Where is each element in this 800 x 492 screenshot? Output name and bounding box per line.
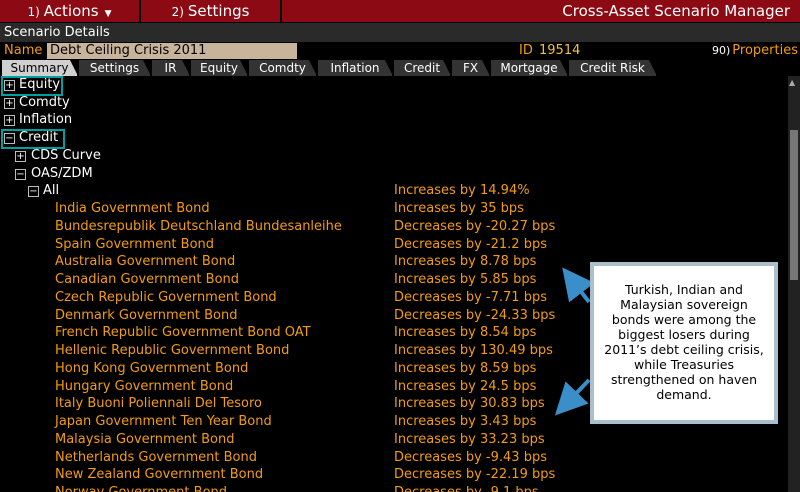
annotation-callout: Turkish, Indian and Malaysian sovereign …	[590, 262, 778, 424]
arrow-to-india-icon	[562, 267, 595, 304]
arrow-to-malaysia-icon	[554, 378, 591, 416]
